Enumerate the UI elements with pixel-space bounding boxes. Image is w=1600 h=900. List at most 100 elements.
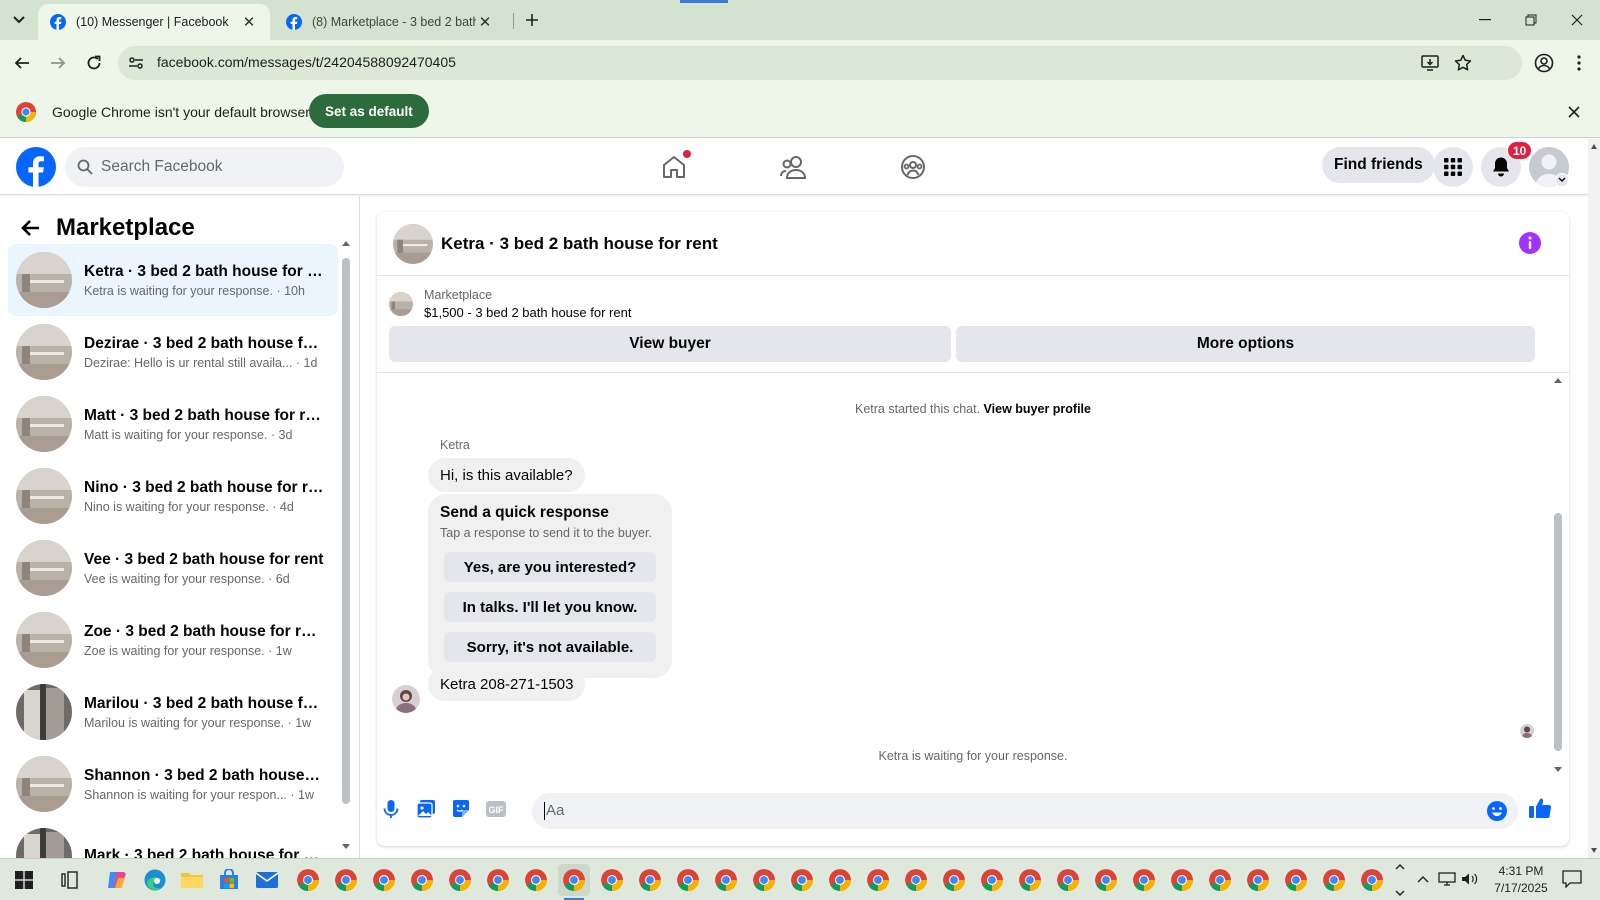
chrome-taskbar-icon[interactable]: [1166, 864, 1198, 896]
chrome-taskbar-icon[interactable]: [786, 864, 818, 896]
chrome-taskbar-icon[interactable]: [1356, 864, 1388, 896]
edge-taskbar-icon[interactable]: [139, 864, 171, 896]
file-explorer-taskbar-icon[interactable]: [176, 864, 208, 896]
chrome-taskbar-icon[interactable]: [1014, 864, 1046, 896]
site-info-icon[interactable]: [126, 53, 146, 73]
attach-photo-button[interactable]: [414, 797, 438, 821]
conversation-item-dezirae[interactable]: Dezirae · 3 bed 2 bath house for... Dezi…: [8, 316, 338, 388]
chrome-taskbar-icon[interactable]: [976, 864, 1008, 896]
find-friends-button[interactable]: Find friends: [1322, 147, 1435, 183]
chrome-taskbar-icon[interactable]: [1280, 864, 1312, 896]
conversation-item-ketra[interactable]: Ketra · 3 bed 2 bath house for re... Ket…: [8, 244, 338, 316]
groups-tab[interactable]: [893, 147, 933, 187]
page-scrollbar[interactable]: [1588, 139, 1600, 858]
chrome-taskbar-icon[interactable]: [672, 864, 704, 896]
chrome-taskbar-icon[interactable]: [406, 864, 438, 896]
chrome-taskbar-icon[interactable]: [748, 864, 780, 896]
quick-response-not-available[interactable]: Sorry, it's not available.: [444, 632, 656, 662]
scroll-down-icon[interactable]: [341, 842, 351, 850]
chrome-taskbar-icon[interactable]: [330, 864, 362, 896]
info-icon[interactable]: [1519, 232, 1541, 254]
chrome-taskbar-icon[interactable]: [1318, 864, 1350, 896]
voice-clip-button[interactable]: [379, 797, 403, 821]
account-caret[interactable]: [1555, 173, 1569, 187]
scroll-up-icon[interactable]: [341, 240, 351, 248]
tab-marketplace[interactable]: (8) Marketplace - 3 bed 2 bath h ✕: [274, 4, 506, 40]
chrome-taskbar-icon[interactable]: [824, 864, 856, 896]
friends-tab[interactable]: [774, 147, 814, 187]
network-button[interactable]: [1438, 870, 1456, 888]
new-tab-button[interactable]: [520, 8, 544, 32]
chrome-taskbar-icon[interactable]: [1052, 864, 1084, 896]
quick-response-yes[interactable]: Yes, are you interested?: [444, 552, 656, 582]
quick-response-in-talks[interactable]: In talks. I'll let you know.: [444, 592, 656, 622]
scrollbar-thumb[interactable]: [342, 258, 350, 804]
back-button[interactable]: [8, 49, 36, 77]
restore-button[interactable]: [1508, 0, 1554, 40]
scroll-up-icon[interactable]: [1553, 377, 1563, 385]
chrome-taskbar-icon[interactable]: [634, 864, 666, 896]
facebook-logo-icon[interactable]: [16, 147, 56, 187]
conversation-item-zoe[interactable]: Zoe · 3 bed 2 bath house for rent Zoe is…: [8, 604, 338, 676]
task-view-button[interactable]: [55, 864, 87, 896]
start-button[interactable]: [8, 864, 40, 896]
tab-messenger[interactable]: (10) Messenger | Facebook ✕: [38, 4, 270, 40]
chrome-taskbar-icon[interactable]: [444, 864, 476, 896]
bookmark-star-icon[interactable]: [1453, 53, 1473, 73]
back-button[interactable]: [16, 214, 44, 242]
view-buyer-button[interactable]: View buyer: [389, 326, 951, 362]
facebook-search-input[interactable]: Search Facebook: [65, 147, 344, 187]
mail-taskbar-icon[interactable]: [251, 864, 283, 896]
chrome-taskbar-icon-active[interactable]: [558, 864, 590, 896]
chrome-taskbar-icon[interactable]: [862, 864, 894, 896]
conversation-item-mark[interactable]: Mark · 3 bed 2 bath house for re...: [8, 820, 338, 858]
chrome-profile-button[interactable]: [1530, 49, 1558, 77]
infobar-close-button[interactable]: [1564, 102, 1584, 122]
scroll-down-icon[interactable]: [1553, 765, 1563, 773]
taskbar-overflow-scroll[interactable]: [1393, 863, 1407, 897]
tab-search-button[interactable]: [6, 8, 32, 32]
message-input[interactable]: Aa: [532, 793, 1518, 829]
chrome-taskbar-icon[interactable]: [938, 864, 970, 896]
chat-listing-avatar[interactable]: [393, 223, 433, 264]
listing-summary[interactable]: Marketplace $1,500 - 3 bed 2 bath house …: [389, 284, 631, 324]
store-taskbar-icon[interactable]: [213, 864, 245, 896]
reload-button[interactable]: [80, 49, 108, 77]
scrollbar-thumb[interactable]: [1554, 513, 1562, 751]
more-options-button[interactable]: More options: [956, 326, 1535, 362]
close-window-button[interactable]: [1554, 0, 1600, 40]
conversation-list-scrollbar[interactable]: [341, 240, 351, 852]
chrome-taskbar-icon[interactable]: [1090, 864, 1122, 896]
chrome-taskbar-icon[interactable]: [1128, 864, 1160, 896]
address-bar[interactable]: facebook.com/messages/t/2420458809247040…: [118, 46, 1522, 80]
set-as-default-button[interactable]: Set as default: [309, 94, 429, 128]
close-icon[interactable]: ✕: [240, 13, 258, 31]
conversation-item-vee[interactable]: Vee · 3 bed 2 bath house for rent Vee is…: [8, 532, 338, 604]
minimize-button[interactable]: [1462, 0, 1508, 40]
show-hidden-icons-button[interactable]: [1414, 870, 1432, 888]
chrome-taskbar-icon[interactable]: [900, 864, 932, 896]
sender-avatar[interactable]: [392, 685, 420, 713]
chrome-taskbar-icon[interactable]: [292, 864, 324, 896]
conversation-item-shannon[interactable]: Shannon · 3 bed 2 bath house f... Shanno…: [8, 748, 338, 820]
chat-title[interactable]: Ketra · 3 bed 2 bath house for rent: [441, 234, 718, 254]
chrome-menu-button[interactable]: [1565, 49, 1593, 77]
volume-button[interactable]: [1461, 870, 1479, 888]
chrome-taskbar-icon[interactable]: [1242, 864, 1274, 896]
chrome-taskbar-icon[interactable]: [1204, 864, 1236, 896]
scroll-up-icon[interactable]: [1590, 143, 1598, 151]
gif-button[interactable]: GIF: [484, 797, 508, 821]
chrome-taskbar-icon[interactable]: [710, 864, 742, 896]
conversation-item-nino[interactable]: Nino · 3 bed 2 bath house for rent Nino …: [8, 460, 338, 532]
sticker-button[interactable]: [449, 797, 473, 821]
conversation-item-marilou[interactable]: Marilou · 3 bed 2 bath house for... Mari…: [8, 676, 338, 748]
chat-scrollbar[interactable]: [1553, 377, 1563, 777]
copilot-taskbar-icon[interactable]: [101, 864, 133, 896]
scroll-down-icon[interactable]: [1590, 846, 1598, 854]
system-clock[interactable]: 4:31 PM 7/17/2025: [1486, 863, 1556, 897]
menu-button[interactable]: [1433, 147, 1473, 187]
chrome-taskbar-icon[interactable]: [368, 864, 400, 896]
conversation-item-matt[interactable]: Matt · 3 bed 2 bath house for rent Matt …: [8, 388, 338, 460]
send-like-button[interactable]: [1527, 795, 1553, 821]
notification-center-button[interactable]: [1561, 869, 1583, 889]
